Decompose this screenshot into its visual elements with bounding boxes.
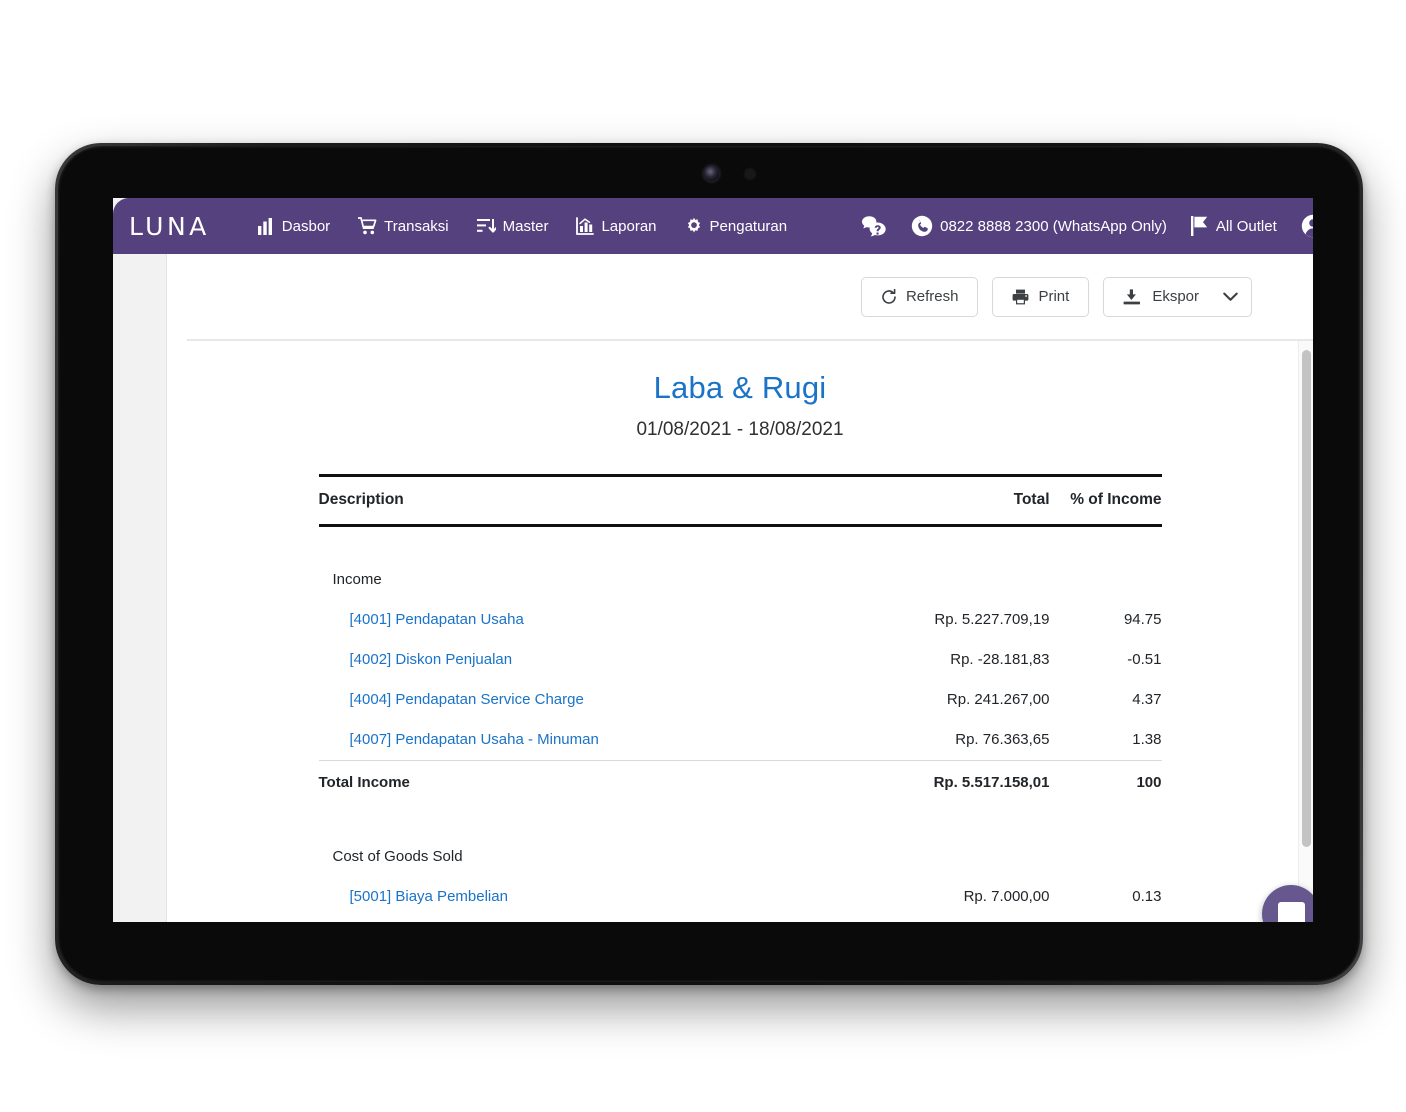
screenshot-root: LUNA Dasbor Transaksi Master Laporan Pen… — [0, 0, 1406, 1112]
row-total: Rp. 7.000,00 — [963, 887, 1050, 905]
row-percent: 46.47 — [1050, 916, 1162, 922]
whatsapp-phone-label: 0822 8888 2300 (WhatsApp Only) — [940, 217, 1167, 235]
shopping-cart-icon — [358, 217, 377, 235]
account-link[interactable]: [5001] Biaya Pembelian — [350, 888, 508, 905]
section-header-row: Cost of Goods Sold — [319, 836, 1162, 876]
top-navbar: LUNA Dasbor Transaksi Master Laporan Pen… — [113, 198, 1313, 254]
profit-loss-table: Description Total % of Income Income [40… — [318, 474, 1162, 923]
nav-item-transaksi[interactable]: Transaksi — [344, 198, 462, 254]
tablet-screen: LUNA Dasbor Transaksi Master Laporan Pen… — [113, 198, 1313, 922]
row-percent: -0.51 — [1127, 651, 1162, 668]
download-icon — [1123, 288, 1141, 305]
report-toolbar: Refresh Print Ekspor — [167, 254, 1313, 339]
nav-item-laporan[interactable]: Laporan — [562, 198, 670, 254]
row-total: Rp. 76.363,65 — [955, 731, 1050, 748]
total-amount: Rp. 5.517.158,01 — [879, 759, 1050, 802]
nav-item-master[interactable]: Master — [463, 198, 563, 254]
total-percent: 100 — [1049, 759, 1162, 802]
chevron-down-icon — [1223, 292, 1238, 302]
account-link[interactable]: [4007] Pendapatan Usaha - Minuman — [350, 731, 599, 748]
section-header-row: Income — [319, 560, 1162, 600]
table-body: Income [4001] Pendapatan Usaha Rp. 5.227… — [318, 526, 1162, 923]
print-button[interactable]: Print — [992, 276, 1090, 317]
row-percent: 94.75 — [1123, 611, 1162, 628]
export-label: Ekspor — [1152, 288, 1199, 305]
table-row[interactable]: [4004] Pendapatan Service Charge Rp. 241… — [319, 680, 1162, 720]
chart-report-icon — [576, 217, 595, 235]
account-link[interactable]: [4002] Diskon Penjualan — [350, 651, 513, 668]
vertical-scrollbar[interactable] — [1298, 341, 1313, 922]
chat-bubble-icon — [1277, 901, 1305, 922]
row-percent: 0.13 — [1132, 887, 1162, 905]
nav-item-dasbor-label: Dasbor — [281, 217, 331, 235]
app-logo[interactable]: LUNA — [129, 212, 210, 241]
navbar-right-group: 0822 8888 2300 (WhatsApp Only) All Outle… — [849, 198, 1313, 254]
report-date-range: 01/08/2021 - 18/08/2021 — [636, 419, 844, 440]
table-spacer — [319, 802, 1162, 836]
print-label: Print — [1038, 288, 1070, 305]
table-header-row: Description Total % of Income — [318, 474, 1162, 527]
account-link[interactable]: [4004] Pendapatan Service Charge — [350, 691, 584, 708]
front-camera-icon — [704, 166, 719, 181]
export-button[interactable]: Ekspor — [1103, 276, 1252, 317]
user-menu[interactable]: demo_lunapos — [1289, 198, 1313, 254]
printer-icon — [1012, 289, 1029, 305]
nav-item-laporan-label: Laporan — [601, 217, 657, 235]
page-title: Laba & Rugi — [653, 370, 827, 405]
help-button[interactable] — [849, 198, 899, 254]
nav-item-transaksi-label: Transaksi — [384, 217, 449, 235]
table-row[interactable]: [4002] Diskon Penjualan Rp. -28.181,83 -… — [319, 640, 1162, 680]
nav-item-pengaturan[interactable]: Pengaturan — [671, 198, 802, 254]
row-percent: 1.38 — [1132, 731, 1162, 748]
sort-descending-icon — [476, 218, 496, 234]
account-link[interactable]: [4001] Pendapatan Usaha — [350, 611, 524, 628]
table-row[interactable]: [5001] Biaya Pembelian Rp. 7.000,00 0.13 — [319, 876, 1162, 916]
refresh-icon — [881, 288, 897, 305]
section-title: Cost of Goods Sold — [332, 847, 463, 865]
whatsapp-phone-icon — [911, 215, 933, 237]
row-total: Rp. 2.563.585,85 — [880, 916, 1050, 922]
flag-icon — [1190, 216, 1209, 236]
section-title: Income — [332, 571, 382, 588]
row-total: Rp. 5.227.709,19 — [934, 611, 1050, 628]
section-total-row: Total Income Rp. 5.517.158,01 100 — [318, 759, 1162, 802]
chat-help-icon — [861, 215, 887, 238]
nav-item-master-label: Master — [502, 217, 549, 235]
content-card: Refresh Print Ekspor Laba & Rugi 01/08/2… — [166, 254, 1313, 922]
nav-item-dasbor[interactable]: Dasbor — [244, 198, 344, 254]
table-row[interactable]: [4007] Pendapatan Usaha - Minuman Rp. 76… — [319, 720, 1162, 761]
bar-chart-icon — [257, 217, 275, 235]
scrollbar-thumb[interactable] — [1302, 350, 1311, 847]
total-label: Total Income — [318, 759, 880, 802]
col-header-total: Total — [879, 474, 1050, 527]
page-background: Refresh Print Ekspor Laba & Rugi 01/08/2… — [113, 254, 1313, 922]
tablet-device-frame: LUNA Dasbor Transaksi Master Laporan Pen… — [55, 143, 1363, 985]
outlet-selector[interactable]: All Outlet — [1179, 198, 1289, 254]
col-header-description: Description — [318, 474, 880, 527]
whatsapp-phone-item[interactable]: 0822 8888 2300 (WhatsApp Only) — [899, 198, 1179, 254]
refresh-label: Refresh — [905, 288, 959, 305]
row-total: Rp. 241.267,00 — [946, 691, 1050, 708]
nav-item-pengaturan-label: Pengaturan — [709, 217, 788, 235]
refresh-button[interactable]: Refresh — [860, 276, 979, 317]
row-total: Rp. -28.181,83 — [950, 651, 1050, 668]
table-row[interactable]: [4001] Pendapatan Usaha Rp. 5.227.709,19… — [319, 600, 1162, 640]
row-percent: 4.37 — [1132, 691, 1162, 708]
ambient-sensor-icon — [746, 170, 754, 178]
table-spacer — [319, 526, 1162, 560]
gear-icon — [685, 217, 703, 235]
table-row[interactable]: [5002] Harga Pokok Penjualan Rp. 2.563.5… — [319, 916, 1162, 922]
outlet-label: All Outlet — [1215, 217, 1277, 235]
user-avatar-icon — [1301, 214, 1313, 238]
col-header-percent: % of Income — [1049, 474, 1162, 527]
report-scroll-region: Laba & Rugi 01/08/2021 - 18/08/2021 Desc… — [167, 341, 1313, 922]
